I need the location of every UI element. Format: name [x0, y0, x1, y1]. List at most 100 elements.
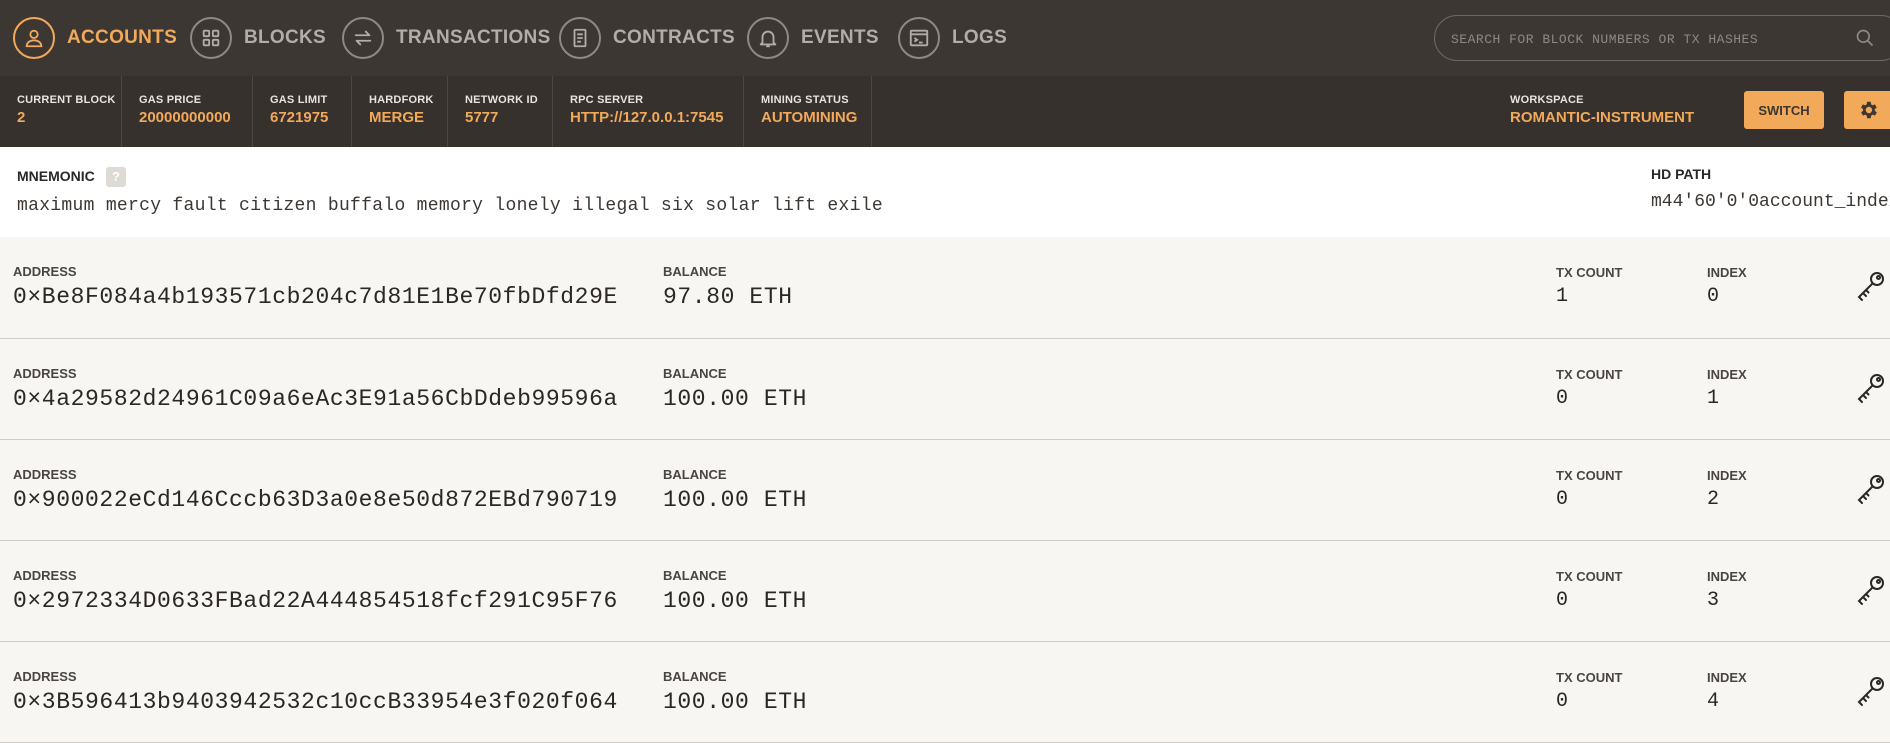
tx-count-value: 0	[1556, 488, 1569, 511]
index-label: INDEX	[1707, 367, 1747, 382]
account-row: ADDRESS 0×Be8F084a4b193571cb204c7d81E1Be…	[0, 237, 1890, 339]
account-row: ADDRESS 0×2972334D0633FBad22A444854518fc…	[0, 541, 1890, 642]
stat-value: 2	[17, 109, 26, 126]
address-value: 0×4a29582d24961C09a6eAc3E91a56CbDdeb9959…	[13, 386, 618, 412]
blocks-icon	[190, 17, 232, 59]
balance-value: 100.00 ETH	[663, 487, 808, 513]
stat-label: MINING STATUS	[761, 94, 849, 106]
account-row: ADDRESS 0×4a29582d24961C09a6eAc3E91a56Cb…	[0, 339, 1890, 440]
balance-label: BALANCE	[663, 264, 727, 279]
stat-current-block: CURRENT BLOCK 2	[0, 76, 122, 147]
stat-value: MERGE	[369, 109, 425, 126]
index-value: 1	[1707, 387, 1720, 410]
gear-icon	[1861, 101, 1877, 119]
address-label: ADDRESS	[13, 669, 77, 684]
balance-value: 100.00 ETH	[663, 386, 808, 412]
hd-path-value: m44'60'0'0account_index	[1651, 192, 1890, 212]
terminal-icon	[898, 17, 940, 59]
address-label: ADDRESS	[13, 264, 77, 279]
tx-count-label: TX COUNT	[1556, 265, 1623, 280]
stat-workspace: WORKSPACE ROMANTIC-INSTRUMENT	[1493, 76, 1723, 147]
nav-transactions[interactable]: TRANSACTIONS	[342, 14, 551, 62]
tx-count-value: 0	[1556, 387, 1569, 410]
key-icon[interactable]	[1855, 473, 1887, 505]
index-value: 4	[1707, 690, 1720, 713]
account-row: ADDRESS 0×900022eCd146Cccb63D3a0e8e50d87…	[0, 440, 1890, 541]
stat-label: HARDFORK	[369, 94, 434, 106]
tx-count-label: TX COUNT	[1556, 367, 1623, 382]
top-navigation: ACCOUNTS BLOCKS TRANSACTIONS CONTRACTS E…	[0, 0, 1890, 76]
key-icon[interactable]	[1855, 675, 1887, 707]
nav-events-label: EVENTS	[801, 27, 879, 48]
index-label: INDEX	[1707, 468, 1747, 483]
balance-label: BALANCE	[663, 568, 727, 583]
search-icon[interactable]	[1855, 28, 1875, 48]
accounts-list: ADDRESS 0×Be8F084a4b193571cb204c7d81E1Be…	[0, 237, 1890, 743]
tx-count-value: 0	[1556, 690, 1569, 713]
stat-label: CURRENT BLOCK	[17, 94, 116, 106]
index-label: INDEX	[1707, 569, 1747, 584]
stat-label: GAS LIMIT	[270, 94, 328, 106]
balance-value: 97.80 ETH	[663, 284, 793, 310]
address-value: 0×2972334D0633FBad22A444854518fcf291C95F…	[13, 588, 618, 614]
stat-value: 6721975	[270, 109, 329, 126]
nav-accounts-label: ACCOUNTS	[67, 27, 178, 48]
stat-gas-limit: GAS LIMIT 6721975	[253, 76, 352, 147]
balance-value: 100.00 ETH	[663, 689, 808, 715]
mnemonic-panel: MNEMONIC ? maximum mercy fault citizen b…	[0, 147, 1890, 238]
nav-logs[interactable]: LOGS	[898, 14, 1007, 62]
stat-value: HTTP://127.0.0.1:7545	[570, 109, 724, 126]
stat-hardfork: HARDFORK MERGE	[352, 76, 448, 147]
user-icon	[13, 17, 55, 59]
mnemonic-phrase: maximum mercy fault citizen buffalo memo…	[17, 196, 883, 216]
stat-value: 5777	[465, 109, 499, 126]
tx-count-label: TX COUNT	[1556, 569, 1623, 584]
stat-value: AUTOMINING	[761, 109, 858, 126]
stat-rpc-server: RPC SERVER HTTP://127.0.0.1:7545	[553, 76, 744, 147]
key-icon[interactable]	[1855, 270, 1887, 302]
nav-contracts[interactable]: CONTRACTS	[559, 14, 735, 62]
nav-accounts[interactable]: ACCOUNTS	[13, 14, 177, 62]
address-value: 0×3B596413b9403942532c10ccB33954e3f020f0…	[13, 689, 618, 715]
stat-mining-status: MINING STATUS AUTOMINING	[744, 76, 872, 147]
stat-value: 20000000000	[139, 109, 231, 126]
mnemonic-label: MNEMONIC	[17, 168, 95, 184]
address-value: 0×900022eCd146Cccb63D3a0e8e50d872EBd7907…	[13, 487, 618, 513]
address-label: ADDRESS	[13, 467, 77, 482]
nav-events[interactable]: EVENTS	[747, 14, 879, 62]
address-label: ADDRESS	[13, 568, 77, 583]
nav-blocks[interactable]: BLOCKS	[190, 14, 326, 62]
index-label: INDEX	[1707, 265, 1747, 280]
stat-value: ROMANTIC-INSTRUMENT	[1510, 109, 1695, 126]
index-value: 3	[1707, 589, 1720, 612]
help-icon[interactable]: ?	[106, 167, 126, 187]
nav-transactions-label: TRANSACTIONS	[396, 27, 551, 48]
switch-workspace-button[interactable]: SWITCH	[1744, 91, 1824, 129]
balance-label: BALANCE	[663, 467, 727, 482]
tx-count-label: TX COUNT	[1556, 670, 1623, 685]
address-label: ADDRESS	[13, 366, 77, 381]
balance-label: BALANCE	[663, 669, 727, 684]
address-value: 0×Be8F084a4b193571cb204c7d81E1Be70fbDfd2…	[13, 284, 618, 310]
index-value: 0	[1707, 285, 1720, 308]
status-bar: CURRENT BLOCK 2 GAS PRICE 20000000000 GA…	[0, 76, 1890, 147]
key-icon[interactable]	[1855, 574, 1887, 606]
nav-blocks-label: BLOCKS	[244, 27, 327, 48]
settings-button[interactable]	[1844, 91, 1890, 129]
nav-contracts-label: CONTRACTS	[613, 27, 735, 48]
transfer-arrows-icon	[342, 17, 384, 59]
stat-gas-price: GAS PRICE 20000000000	[122, 76, 253, 147]
balance-value: 100.00 ETH	[663, 588, 808, 614]
stat-label: WORKSPACE	[1510, 94, 1584, 106]
bell-icon	[747, 17, 789, 59]
search-input[interactable]	[1449, 16, 1853, 62]
search-box	[1434, 15, 1890, 62]
tx-count-label: TX COUNT	[1556, 468, 1623, 483]
stat-label: RPC SERVER	[570, 94, 644, 106]
stat-label: GAS PRICE	[139, 94, 202, 106]
account-row: ADDRESS 0×3B596413b9403942532c10ccB33954…	[0, 642, 1890, 743]
key-icon[interactable]	[1855, 372, 1887, 404]
balance-label: BALANCE	[663, 366, 727, 381]
document-icon	[559, 17, 601, 59]
tx-count-value: 1	[1556, 285, 1569, 308]
